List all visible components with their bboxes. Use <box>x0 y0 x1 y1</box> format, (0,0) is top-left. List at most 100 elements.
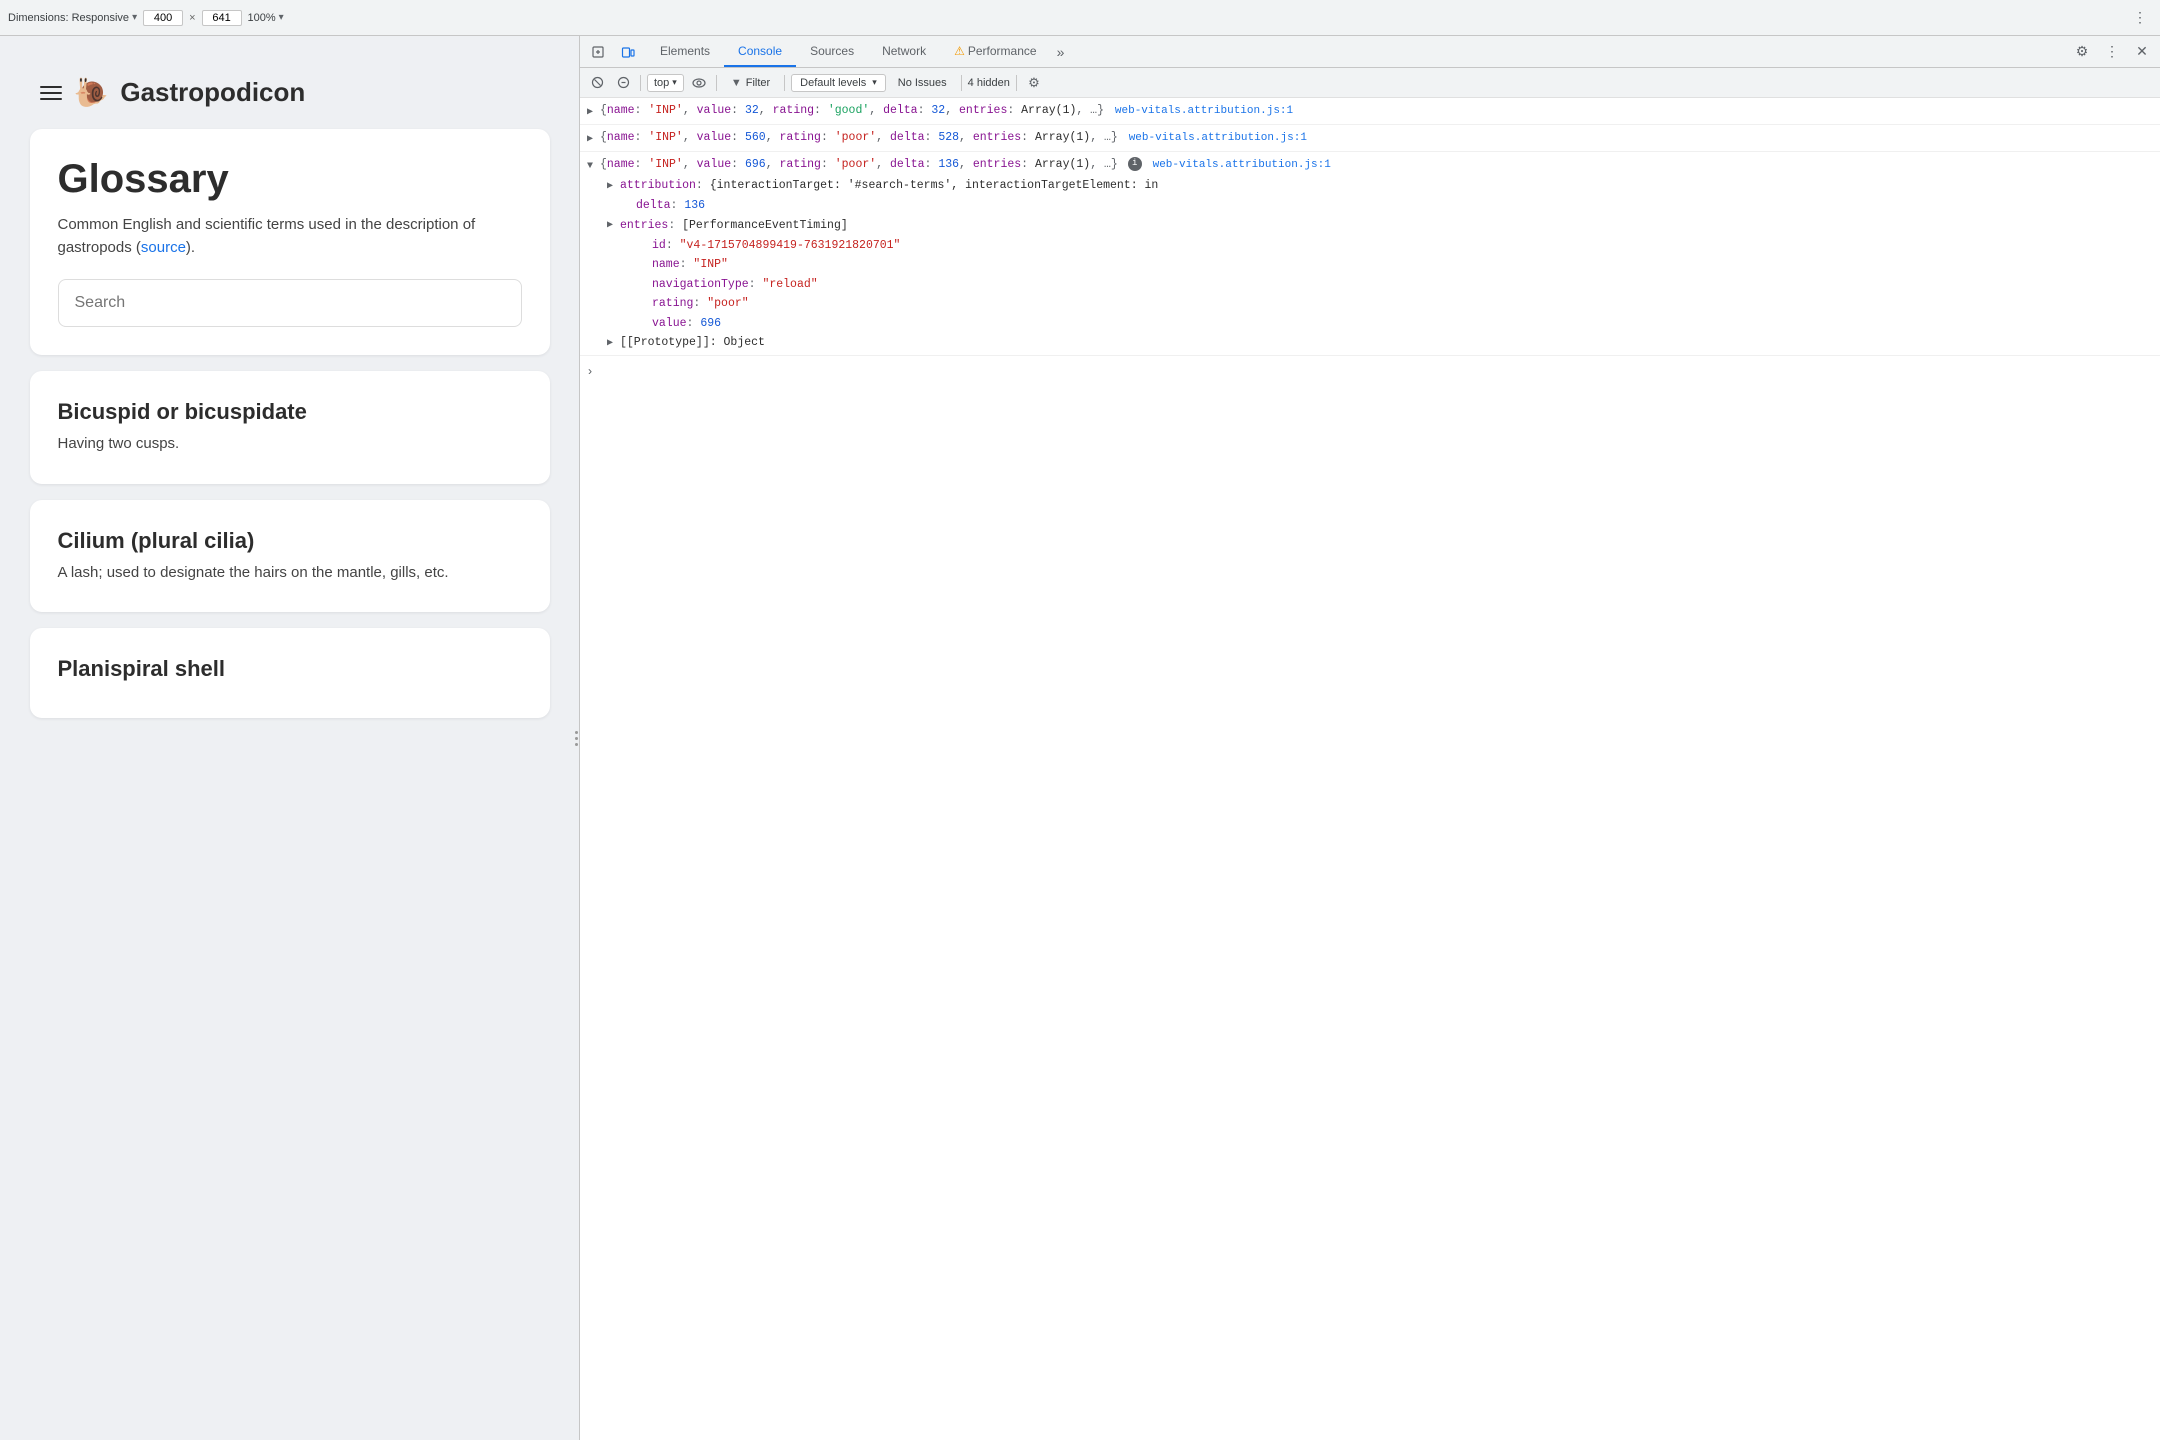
term-card-planispiral: Planispiral shell <box>30 628 550 718</box>
browser-panel: 🐌 Gastropodicon Glossary Common English … <box>0 36 580 1440</box>
resize-handle[interactable] <box>573 36 579 1440</box>
top-bar-left: Dimensions: Responsive ▾ × 100% ▾ <box>8 10 2122 26</box>
attribution-expand[interactable]: ▶ <box>600 176 620 196</box>
nested-props: id: "v4-1715704899419-7631921820701" nam… <box>600 236 2160 334</box>
app-title: Gastropodicon <box>120 77 305 108</box>
source-link[interactable]: source <box>141 239 186 256</box>
app-header: 🐌 Gastropodicon <box>30 76 550 109</box>
entries-expand[interactable]: ▶ <box>600 216 620 236</box>
console-line-1: {name: 'INP', value: 32, rating: 'good',… <box>600 100 2160 122</box>
hidden-count-label: 4 hidden <box>968 77 1010 89</box>
console-line-3: {name: 'INP', value: 696, rating: 'poor'… <box>600 154 2160 176</box>
context-selector[interactable]: top ▾ <box>647 74 684 92</box>
web-content: 🐌 Gastropodicon Glossary Common English … <box>0 36 579 1440</box>
attribution-row: ▶ attribution: {interactionTarget: '#sea… <box>600 176 2160 196</box>
warning-icon: ⚠ <box>954 44 965 58</box>
tab-console[interactable]: Console <box>724 36 796 67</box>
toolbar-separator-4 <box>961 75 962 91</box>
prototype-row: ▶ [[Prototype]]: Object <box>600 333 2160 353</box>
entries-row: ▶ entries: [PerformanceEventTiming] <box>600 216 2160 236</box>
resize-dot-3 <box>575 743 578 746</box>
entry-3-tree: ▶ attribution: {interactionTarget: '#sea… <box>580 176 2160 353</box>
tab-network[interactable]: Network <box>868 36 940 67</box>
dropdown-arrow-icon: ▾ <box>132 12 137 23</box>
delta-row: delta: 136 <box>600 196 2160 216</box>
dt-left-icons <box>584 38 642 66</box>
console-line-2: {name: 'INP', value: 560, rating: 'poor'… <box>600 127 2160 149</box>
levels-dropdown[interactable]: Default levels ▾ <box>791 74 886 92</box>
devtools-more-button[interactable]: ⋮ <box>2098 38 2126 66</box>
source-link-3[interactable]: web-vitals.attribution.js:1 <box>1153 159 1331 171</box>
console-toolbar: top ▾ ▼ Filter Default levels ▾ No Issue… <box>580 68 2160 98</box>
source-link-1[interactable]: web-vitals.attribution.js:1 <box>1115 105 1293 117</box>
tab-list: Elements Console Sources Network ⚠ Perfo… <box>646 36 1051 67</box>
hamburger-line-3 <box>40 98 62 100</box>
hamburger-line-2 <box>40 92 62 94</box>
devtools-panel: Elements Console Sources Network ⚠ Perfo… <box>580 36 2160 1440</box>
height-input[interactable] <box>202 10 242 26</box>
cancel-filter-button[interactable] <box>612 72 634 94</box>
main-split: 🐌 Gastropodicon Glossary Common English … <box>0 36 2160 1440</box>
term-title-cilium: Cilium (plural cilia) <box>58 528 522 554</box>
console-settings-button[interactable]: ⚙ <box>1023 72 1045 94</box>
top-bar: Dimensions: Responsive ▾ × 100% ▾ ⋮ <box>0 0 2160 36</box>
console-input-line <box>600 360 2160 362</box>
dimensions-label: Dimensions: Responsive ▾ <box>8 12 137 24</box>
device-toggle-button[interactable] <box>614 38 642 66</box>
tab-overflow-button[interactable]: » <box>1051 44 1071 60</box>
toolbar-separator-2 <box>716 75 717 91</box>
more-options-button[interactable]: ⋮ <box>2128 6 2152 30</box>
hamburger-line-1 <box>40 86 62 88</box>
tab-performance[interactable]: ⚠ Performance <box>940 36 1050 67</box>
glossary-title: Glossary <box>58 157 522 202</box>
expand-arrow-2[interactable]: ▶ <box>580 129 600 149</box>
dimension-separator: × <box>189 12 195 24</box>
resize-dots <box>575 731 578 746</box>
resize-dot-1 <box>575 731 578 734</box>
levels-dropdown-icon: ▾ <box>872 77 877 88</box>
context-dropdown-icon: ▾ <box>672 77 677 88</box>
console-prompt-row: › <box>580 356 2160 386</box>
term-desc-bicuspid: Having two cusps. <box>58 433 522 456</box>
zoom-dropdown-icon: ▾ <box>279 12 284 23</box>
width-input[interactable] <box>143 10 183 26</box>
id-row: id: "v4-1715704899419-7631921820701" <box>616 236 2160 256</box>
name-row: name: "INP" <box>616 255 2160 275</box>
filter-button[interactable]: ▼ Filter <box>723 75 778 91</box>
source-link-2[interactable]: web-vitals.attribution.js:1 <box>1129 132 1307 144</box>
prototype-expand[interactable]: ▶ <box>600 333 620 353</box>
toolbar-separator-3 <box>784 75 785 91</box>
inspect-element-button[interactable] <box>584 38 612 66</box>
term-title-bicuspid: Bicuspid or bicuspidate <box>58 399 522 425</box>
tab-sources[interactable]: Sources <box>796 36 868 67</box>
eye-icon-button[interactable] <box>688 72 710 94</box>
devtools-settings-button[interactable]: ⚙ <box>2068 38 2096 66</box>
devtools-close-button[interactable]: ✕ <box>2128 38 2156 66</box>
filter-funnel-icon: ▼ <box>731 77 742 89</box>
search-input[interactable] <box>58 279 522 327</box>
expand-arrow-3[interactable]: ▼ <box>580 156 600 176</box>
top-bar-right: ⋮ <box>2128 6 2152 30</box>
navigationtype-row: navigationType: "reload" <box>616 275 2160 295</box>
resize-dot-2 <box>575 737 578 740</box>
zoom-selector[interactable]: 100% ▾ <box>248 12 284 24</box>
term-title-planispiral: Planispiral shell <box>58 656 522 682</box>
devtools-tabs: Elements Console Sources Network ⚠ Perfo… <box>580 36 2160 68</box>
hamburger-menu-button[interactable] <box>40 86 62 100</box>
value-row: value: 696 <box>616 314 2160 334</box>
toolbar-separator-5 <box>1016 75 1017 91</box>
app-logo: 🐌 <box>74 76 109 109</box>
term-card-bicuspid: Bicuspid or bicuspidate Having two cusps… <box>30 371 550 484</box>
clear-console-button[interactable] <box>586 72 608 94</box>
toolbar-separator-1 <box>640 75 641 91</box>
console-entry-3: ▼ {name: 'INP', value: 696, rating: 'poo… <box>580 152 2160 356</box>
info-button-3[interactable]: i <box>1128 157 1142 171</box>
tab-elements[interactable]: Elements <box>646 36 724 67</box>
rating-row: rating: "poor" <box>616 294 2160 314</box>
console-output: ▶ {name: 'INP', value: 32, rating: 'good… <box>580 98 2160 1440</box>
no-issues-badge[interactable]: No Issues <box>890 75 955 91</box>
expand-arrow-1[interactable]: ▶ <box>580 102 600 122</box>
glossary-description: Common English and scientific terms used… <box>58 214 522 259</box>
term-card-cilium: Cilium (plural cilia) A lash; used to de… <box>30 500 550 613</box>
term-desc-cilium: A lash; used to designate the hairs on t… <box>58 562 522 585</box>
